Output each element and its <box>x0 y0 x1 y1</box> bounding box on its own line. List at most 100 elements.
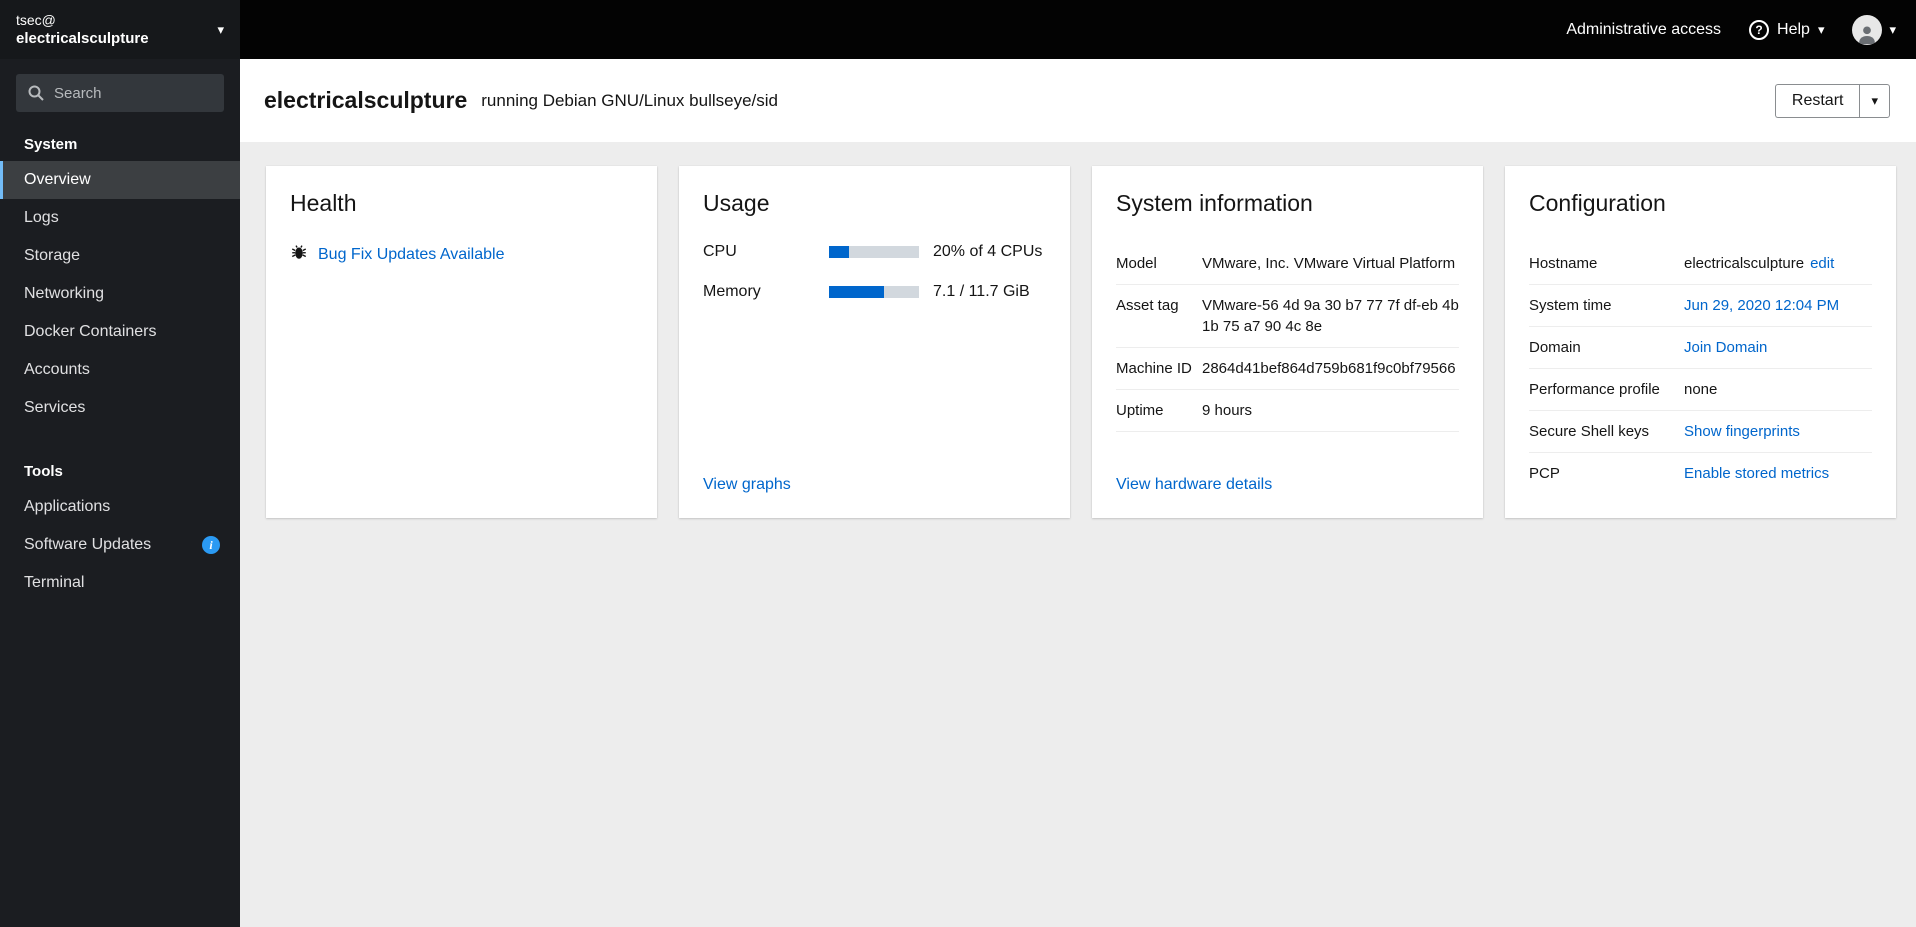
sidebar-item-software-updates[interactable]: Software Updates i <box>0 526 240 564</box>
pcp-label: PCP <box>1529 465 1560 482</box>
overview-cards: Health Bug Fix Updates Available Usage C… <box>266 166 1896 518</box>
cpu-usage-value: 20% of 4 CPUs <box>933 243 1043 260</box>
host-switcher-text: tsec@ electricalsculpture <box>16 12 149 47</box>
avatar <box>1852 14 1883 45</box>
enable-stored-metrics-link[interactable]: Enable stored metrics <box>1684 465 1829 482</box>
join-domain-link[interactable]: Join Domain <box>1684 339 1767 356</box>
main-column: Administrative access ? Help ▾ ▾ electri… <box>240 0 1916 927</box>
overview-content: Health Bug Fix Updates Available Usage C… <box>240 142 1916 927</box>
administrative-access-button[interactable]: Administrative access <box>1566 21 1721 39</box>
asset-tag-value: VMware-56 4d 9a 30 b7 77 7f df-eb 4b 1b … <box>1202 297 1459 335</box>
hostname-text: electricalsculpture <box>1684 255 1805 272</box>
hostname-edit-link[interactable]: edit <box>1810 255 1834 272</box>
view-hardware-details-link[interactable]: View hardware details <box>1116 476 1459 494</box>
session-menu[interactable]: ▾ <box>1852 14 1896 45</box>
secure-shell-keys-row: Secure Shell keys Show fingerprints <box>1529 411 1872 453</box>
masthead: Administrative access ? Help ▾ ▾ <box>240 0 1916 59</box>
system-time-value: Jun 29, 2020 12:04 PM <box>1684 295 1872 316</box>
sidebar-item-overview[interactable]: Overview <box>0 161 240 199</box>
sidebar-item-label: Logs <box>24 209 59 226</box>
health-item: Bug Fix Updates Available <box>290 243 633 266</box>
system-time-label: System time <box>1529 297 1612 314</box>
domain-label: Domain <box>1529 339 1581 356</box>
restart-dropdown-toggle[interactable]: ▾ <box>1859 83 1890 118</box>
restart-button[interactable]: Restart <box>1774 83 1860 118</box>
cpu-usage-row: CPU 20% of 4 CPUs <box>703 243 1046 261</box>
sidebar-item-storage[interactable]: Storage <box>0 237 240 275</box>
machine-id-label: Machine ID <box>1116 360 1192 377</box>
memory-label: Memory <box>703 283 761 300</box>
sidebar-item-label: Overview <box>24 171 91 188</box>
page-title: electricalsculpture <box>264 87 468 113</box>
host-user: tsec@ <box>16 12 56 28</box>
domain-row: Domain Join Domain <box>1529 327 1872 369</box>
performance-profile-row: Performance profile none <box>1529 369 1872 411</box>
pcp-value: Enable stored metrics <box>1684 463 1872 484</box>
hostname-value: electricalsculpture edit <box>1684 253 1872 274</box>
os-subtitle: running Debian GNU/Linux bullseye/sid <box>481 90 778 110</box>
uptime-row: Uptime 9 hours <box>1116 390 1459 432</box>
configuration-card: Configuration Hostname electricalsculptu… <box>1505 166 1896 518</box>
help-icon: ? <box>1749 19 1770 40</box>
memory-usage-value: 7.1 / 11.7 GiB <box>933 283 1030 300</box>
machine-id-value: 2864d41bef864d759b681f9c0bf79566 <box>1202 360 1456 377</box>
sidebar-item-label: Docker Containers <box>24 323 157 340</box>
memory-progress-bar <box>829 286 919 298</box>
cpu-progress-bar <box>829 246 919 258</box>
memory-usage-row: Memory 7.1 / 11.7 GiB <box>703 283 1046 301</box>
cpu-progress-fill <box>829 246 849 258</box>
bug-fix-updates-link[interactable]: Bug Fix Updates Available <box>318 246 504 264</box>
cpu-label: CPU <box>703 243 737 260</box>
sidebar-item-services[interactable]: Services <box>0 389 240 427</box>
performance-profile-label: Performance profile <box>1529 381 1660 398</box>
nav-section-system: System Overview Logs Storage Networking … <box>0 126 240 427</box>
usage-card: Usage CPU 20% of 4 CPUs Memory 7.1 / 11.… <box>679 166 1070 518</box>
sidebar-item-label: Software Updates <box>24 536 152 553</box>
host-name: electricalsculpture <box>16 30 149 47</box>
performance-profile-value: none <box>1684 381 1718 398</box>
model-value: VMware, Inc. VMware Virtual Platform <box>1202 255 1456 272</box>
health-card-title: Health <box>290 190 357 216</box>
chevron-down-icon: ▾ <box>1817 22 1825 37</box>
pcp-row: PCP Enable stored metrics <box>1529 453 1872 494</box>
sidebar-item-docker-containers[interactable]: Docker Containers <box>0 313 240 351</box>
model-row: Model VMware, Inc. VMware Virtual Platfo… <box>1116 243 1459 285</box>
restart-split-button: Restart ▾ <box>1774 83 1890 118</box>
sidebar-item-terminal[interactable]: Terminal <box>0 564 240 602</box>
nav-section-tools: Tools Applications Software Updates i Te… <box>0 453 240 602</box>
sidebar-item-accounts[interactable]: Accounts <box>0 351 240 389</box>
secure-shell-keys-value: Show fingerprints <box>1684 421 1872 442</box>
asset-tag-label: Asset tag <box>1116 297 1179 314</box>
nav-section-title-system: System <box>24 136 78 153</box>
uptime-label: Uptime <box>1116 402 1164 419</box>
sidebar-item-label: Applications <box>24 498 111 515</box>
search-input[interactable] <box>16 74 224 112</box>
asset-tag-row: Asset tag VMware-56 4d 9a 30 b7 77 7f df… <box>1116 285 1459 348</box>
sidebar-item-label: Storage <box>24 247 81 264</box>
show-fingerprints-link[interactable]: Show fingerprints <box>1684 423 1800 440</box>
sidebar-item-networking[interactable]: Networking <box>0 275 240 313</box>
model-label: Model <box>1116 255 1157 272</box>
chevron-down-icon: ▾ <box>217 22 224 37</box>
sidebar: tsec@ electricalsculpture ▾ System Overv… <box>0 0 240 927</box>
sidebar-item-label: Services <box>24 399 86 416</box>
sidebar-item-applications[interactable]: Applications <box>0 488 240 526</box>
domain-value: Join Domain <box>1684 337 1872 358</box>
help-label: Help <box>1777 20 1810 38</box>
sidebar-item-label: Networking <box>24 285 105 302</box>
sidebar-search <box>16 74 224 112</box>
view-graphs-link[interactable]: View graphs <box>703 476 1046 494</box>
sidebar-item-label: Terminal <box>24 574 85 591</box>
help-menu[interactable]: ? Help ▾ <box>1749 19 1825 40</box>
system-information-card: System information Model VMware, Inc. VM… <box>1092 166 1483 518</box>
sidebar-item-logs[interactable]: Logs <box>0 199 240 237</box>
chevron-down-icon: ▾ <box>1889 22 1896 37</box>
nav-section-title-tools: Tools <box>24 463 63 480</box>
system-time-link[interactable]: Jun 29, 2020 12:04 PM <box>1684 297 1839 314</box>
uptime-value: 9 hours <box>1202 402 1253 419</box>
sidebar-item-label: Accounts <box>24 361 90 378</box>
page-header: electricalsculpture running Debian GNU/L… <box>240 59 1916 142</box>
hostname-label: Hostname <box>1529 255 1598 272</box>
usage-card-title: Usage <box>703 190 770 216</box>
host-switcher[interactable]: tsec@ electricalsculpture ▾ <box>0 0 240 59</box>
